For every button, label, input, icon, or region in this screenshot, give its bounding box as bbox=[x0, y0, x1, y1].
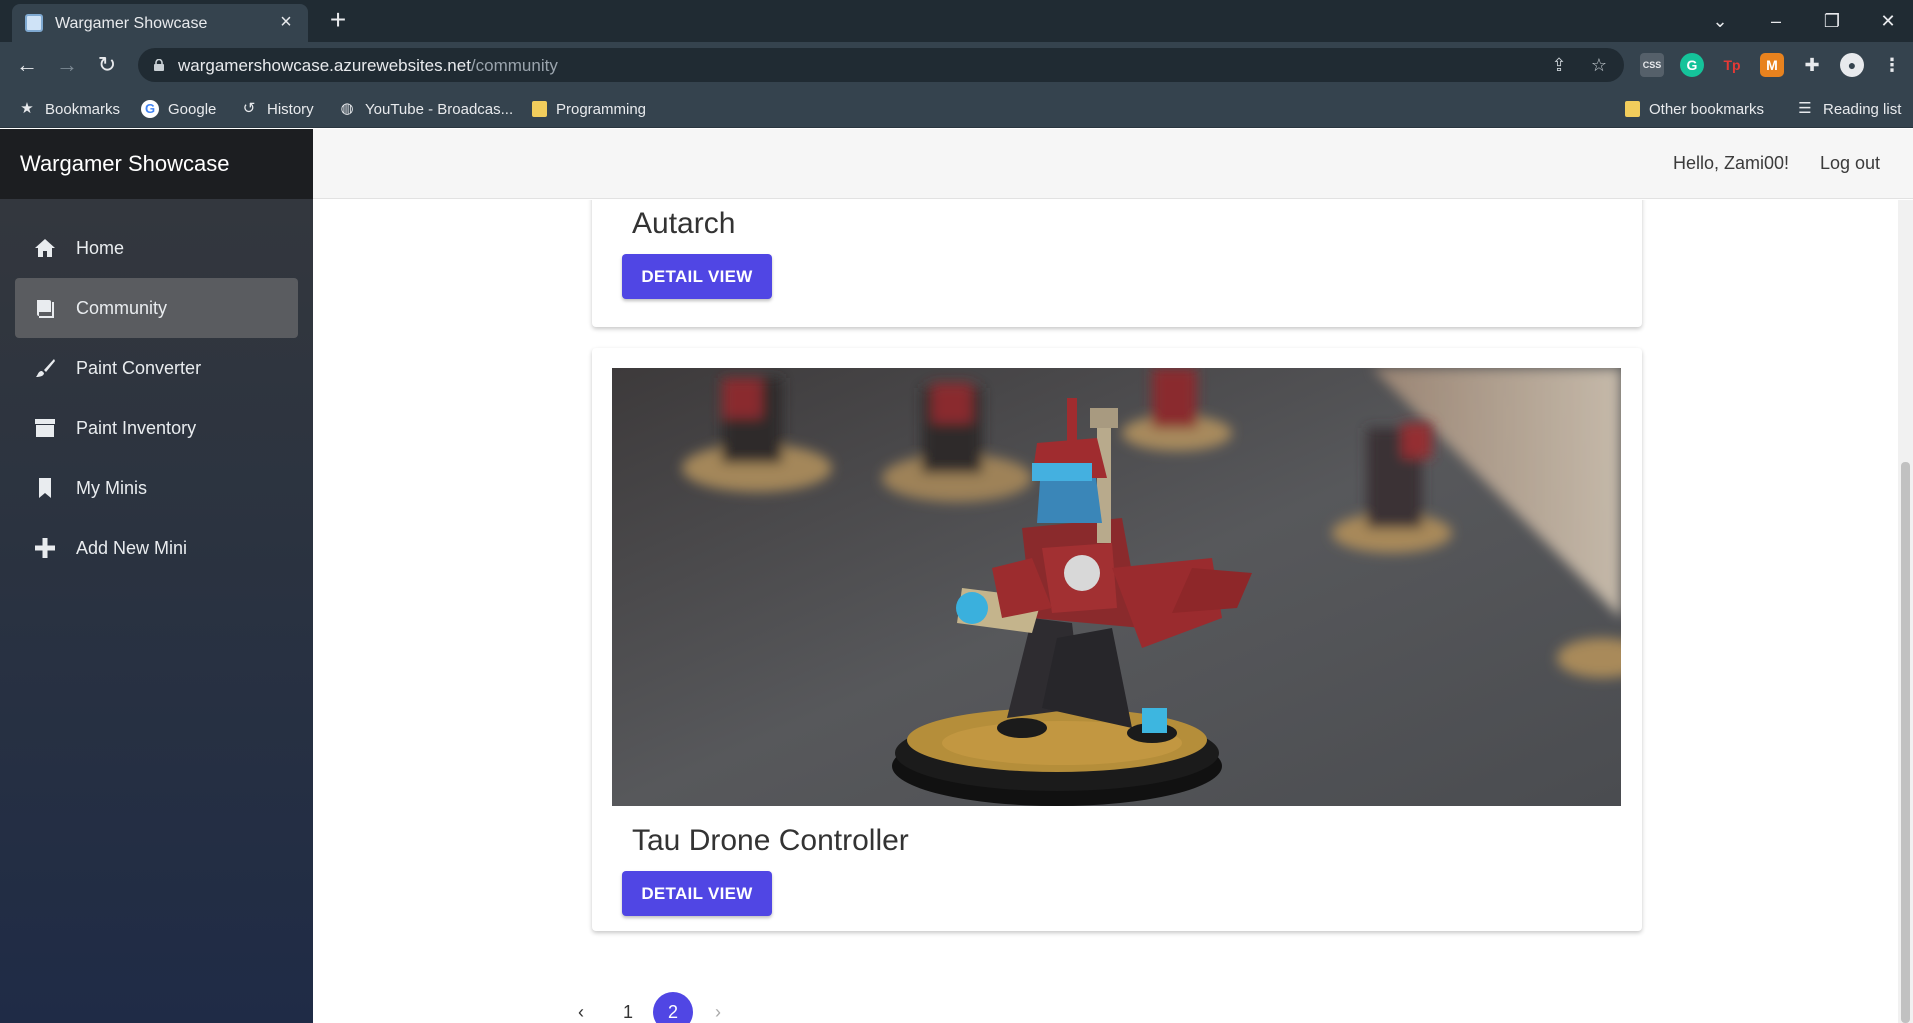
google-icon: G bbox=[141, 100, 159, 118]
star-bookmark-icon[interactable]: ☆ bbox=[1588, 54, 1610, 76]
new-tab-button[interactable]: + bbox=[323, 6, 353, 36]
sidebar-item-community[interactable]: Community bbox=[15, 278, 298, 338]
prev-page-icon[interactable]: ‹ bbox=[561, 992, 601, 1023]
sidebar-item-label: Add New Mini bbox=[76, 537, 188, 558]
home-icon bbox=[35, 239, 55, 257]
folder-icon bbox=[1625, 101, 1640, 117]
bookmark-label: Bookmarks bbox=[45, 100, 121, 118]
reload-icon[interactable]: ↻ bbox=[92, 50, 122, 80]
scrollbar-thumb[interactable] bbox=[1901, 462, 1910, 1023]
bookmark-item-bookmarks[interactable]: ★ Bookmarks bbox=[18, 98, 120, 120]
chrome-menu-icon[interactable]: ⋮ bbox=[1880, 53, 1904, 77]
bookmark-label: History bbox=[267, 100, 314, 118]
community-feed[interactable]: Autarch DETAIL VIEW Tau Drone Controller… bbox=[313, 200, 1913, 1023]
close-window-button[interactable]: ✕ bbox=[1868, 6, 1908, 36]
bookmark-item-other[interactable]: Other bookmarks bbox=[1625, 98, 1764, 120]
bookmark-item-programming[interactable]: Programming bbox=[532, 98, 646, 120]
detail-view-button[interactable]: DETAIL VIEW bbox=[622, 254, 772, 299]
tab-search-icon[interactable]: ⌄ bbox=[1700, 6, 1740, 36]
sidebar-item-paint-converter[interactable]: Paint Converter bbox=[15, 338, 298, 398]
tp-extension-icon[interactable]: Tp bbox=[1720, 53, 1744, 77]
page-favicon-icon bbox=[25, 14, 43, 32]
url-text: wargamershowcase.azurewebsites.net/commu… bbox=[178, 56, 558, 76]
app-header: Hello, Zami00! Log out bbox=[313, 129, 1913, 199]
address-bar[interactable]: wargamershowcase.azurewebsites.net/commu… bbox=[138, 48, 1624, 82]
sidebar-item-label: Paint Inventory bbox=[76, 417, 197, 438]
sidebar-item-home[interactable]: Home bbox=[15, 218, 298, 278]
url-host: wargamershowcase.azurewebsites.net bbox=[178, 56, 471, 75]
plus-icon bbox=[35, 538, 55, 558]
bookmark-label: Programming bbox=[556, 100, 647, 118]
star-icon: ★ bbox=[20, 100, 34, 117]
extensions-puzzle-icon[interactable]: ✚ bbox=[1800, 53, 1824, 77]
bookmark-label: Reading list bbox=[1823, 100, 1902, 118]
profile-avatar-icon[interactable]: ● bbox=[1840, 53, 1864, 77]
restore-button[interactable]: ❐ bbox=[1812, 6, 1852, 36]
lock-icon bbox=[154, 59, 164, 71]
history-icon: ↺ bbox=[242, 100, 256, 117]
reading-list-icon: ☰ bbox=[1798, 100, 1812, 117]
mini-title: Tau Drone Controller bbox=[632, 824, 909, 857]
page-button-current[interactable]: 2 bbox=[653, 992, 693, 1023]
mini-title: Autarch bbox=[632, 207, 736, 240]
minimize-button[interactable]: – bbox=[1756, 6, 1796, 36]
next-page-icon[interactable]: › bbox=[698, 992, 738, 1023]
archive-icon bbox=[35, 419, 55, 437]
mini-card: Tau Drone Controller DETAIL VIEW bbox=[592, 348, 1642, 931]
bookmark-item-history[interactable]: ↺ History bbox=[240, 98, 314, 120]
logout-link[interactable]: Log out bbox=[1820, 153, 1880, 174]
bookmark-item-google[interactable]: G Google bbox=[141, 98, 216, 120]
grammarly-icon[interactable]: G bbox=[1680, 53, 1704, 77]
globe-icon: ◍ bbox=[340, 100, 354, 117]
tab-title: Wargamer Showcase bbox=[55, 15, 208, 32]
brush-icon bbox=[36, 359, 55, 377]
app-brand[interactable]: Wargamer Showcase bbox=[0, 129, 313, 199]
user-greeting[interactable]: Hello, Zami00! bbox=[1673, 153, 1789, 174]
sidebar-item-label: Paint Converter bbox=[76, 357, 202, 378]
sidebar-item-label: My Minis bbox=[76, 477, 147, 498]
close-tab-icon[interactable]: × bbox=[276, 12, 296, 32]
folder-icon bbox=[532, 101, 547, 117]
bookmark-label: Google bbox=[168, 100, 217, 118]
back-arrow-icon[interactable]: ← bbox=[12, 50, 42, 80]
reading-list-button[interactable]: ☰ Reading list bbox=[1796, 98, 1901, 120]
book-icon bbox=[37, 300, 54, 318]
detail-view-button[interactable]: DETAIL VIEW bbox=[622, 871, 772, 916]
bookmarks-bar: ★ Bookmarks G Google ↺ History ◍ YouTube… bbox=[0, 88, 1913, 128]
browser-tab[interactable]: Wargamer Showcase × bbox=[12, 4, 308, 42]
metamask-icon[interactable]: M bbox=[1760, 53, 1784, 77]
mini-card: Autarch DETAIL VIEW bbox=[592, 200, 1642, 327]
bookmark-icon bbox=[39, 478, 51, 498]
sidebar-item-add-new-mini[interactable]: Add New Mini bbox=[15, 518, 298, 578]
bookmark-label: YouTube - Broadcas... bbox=[365, 100, 514, 118]
page-scrollbar[interactable] bbox=[1898, 200, 1913, 1023]
browser-toolbar: ← → ↻ wargamershowcase.azurewebsites.net… bbox=[0, 42, 1913, 88]
mini-photo bbox=[612, 368, 1621, 806]
sidebar-item-my-minis[interactable]: My Minis bbox=[15, 458, 298, 518]
sidebar: Wargamer Showcase Home Community Paint C… bbox=[0, 129, 313, 1023]
sidebar-item-label: Home bbox=[76, 237, 125, 258]
sidebar-item-paint-inventory[interactable]: Paint Inventory bbox=[15, 398, 298, 458]
browser-tab-bar: Wargamer Showcase × + ⌄ – ❐ ✕ bbox=[0, 0, 1913, 42]
css-extension-icon[interactable]: CSS bbox=[1640, 53, 1664, 77]
page-button[interactable]: 1 bbox=[608, 992, 648, 1023]
sidebar-item-label: Community bbox=[76, 297, 168, 318]
url-path: /community bbox=[470, 56, 558, 75]
forward-arrow-icon[interactable]: → bbox=[52, 50, 82, 80]
share-icon[interactable]: ⇪ bbox=[1548, 54, 1570, 76]
bookmark-item-youtube[interactable]: ◍ YouTube - Broadcas... bbox=[338, 98, 513, 120]
bookmark-label: Other bookmarks bbox=[1649, 100, 1765, 118]
